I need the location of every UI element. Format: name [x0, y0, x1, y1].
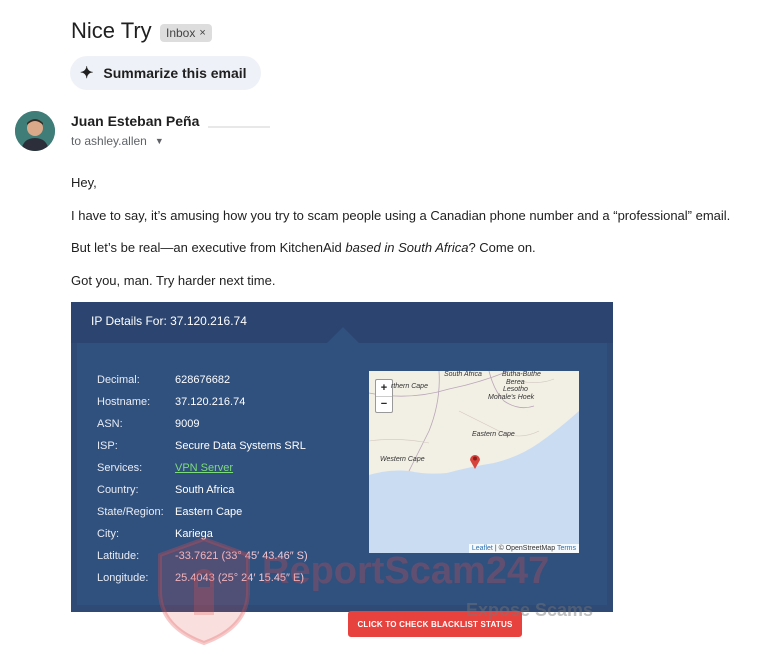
map-label-south-africa: South Africa [444, 371, 482, 378]
recipient-text: to ashley.allen [71, 134, 147, 148]
row-label-hostname: Hostname: [97, 396, 151, 408]
vpn-server-link[interactable]: VPN Server [175, 462, 233, 474]
sparkle-icon: ✦ [80, 65, 94, 82]
row-label-asn: ASN: [97, 418, 123, 430]
row-label-isp: ISP: [97, 440, 118, 452]
watermark-text: ReportScam247 [262, 550, 550, 592]
sender-avatar[interactable] [15, 111, 55, 151]
terms-link[interactable]: Terms [557, 545, 576, 552]
body-greeting: Hey, [71, 175, 97, 190]
body-paragraph-1: I have to say, it’s amusing how you try … [71, 208, 731, 223]
summarize-label: Summarize this email [103, 65, 247, 81]
map-label-lesotho: Lesotho [503, 386, 528, 393]
zoom-out-button[interactable]: − [376, 397, 392, 413]
map-label-northern-cape: rthern Cape [391, 383, 428, 390]
row-label-country: Country: [97, 484, 139, 496]
location-pin-icon[interactable] [469, 453, 481, 469]
map-label-berea: Berea [506, 379, 525, 386]
row-value-asn: 9009 [175, 418, 200, 430]
row-value-region: Eastern Cape [175, 506, 243, 518]
row-value-country: South Africa [175, 484, 235, 496]
row-value-city: Kariega [175, 528, 213, 540]
map-label-western-cape: Western Cape [380, 456, 425, 463]
body-paragraph-3: Got you, man. Try harder next time. [71, 273, 276, 288]
row-value-isp: Secure Data Systems SRL [175, 440, 306, 452]
map-label-butha-buthe: Butha-Buthe [502, 371, 541, 378]
ip-card-title: IP Details For: 37.120.216.74 [91, 314, 247, 328]
row-value-decimal: 628676682 [175, 374, 231, 386]
body-paragraph-2: But let’s be real—an executive from Kitc… [71, 240, 536, 255]
row-value-hostname: 37.120.216.74 [175, 396, 246, 408]
summarize-email-button[interactable]: ✦ Summarize this email [70, 56, 261, 90]
inbox-label-text: Inbox [166, 26, 196, 40]
recipient-line[interactable]: to ashley.allen ▼ [71, 134, 164, 148]
row-label-city: City: [97, 528, 119, 540]
card-notch [327, 327, 359, 343]
map-label-mohales-hoek: Mohale's Hoek [488, 394, 535, 401]
chevron-down-icon[interactable]: ▼ [155, 136, 164, 146]
row-label-latitude: Latitude: [97, 550, 140, 562]
watermark-subtext: Expose Scams [466, 600, 594, 620]
row-label-longitude: Longitude: [97, 572, 149, 584]
row-label-decimal: Decimal: [97, 374, 140, 386]
row-label-region: State/Region: [97, 506, 164, 518]
redacted-email [208, 126, 270, 128]
sender-name[interactable]: Juan Esteban Peña [71, 113, 199, 129]
row-label-services: Services: [97, 462, 143, 474]
location-map[interactable]: + − rthern Cape South Africa Butha-Buthe… [369, 371, 579, 553]
zoom-in-button[interactable]: + [376, 380, 392, 397]
inbox-label-chip[interactable]: Inbox × [160, 24, 212, 42]
map-label-eastern-cape: Eastern Cape [472, 431, 515, 438]
email-subject: Nice Try [71, 18, 152, 43]
remove-label-icon[interactable]: × [199, 27, 205, 39]
